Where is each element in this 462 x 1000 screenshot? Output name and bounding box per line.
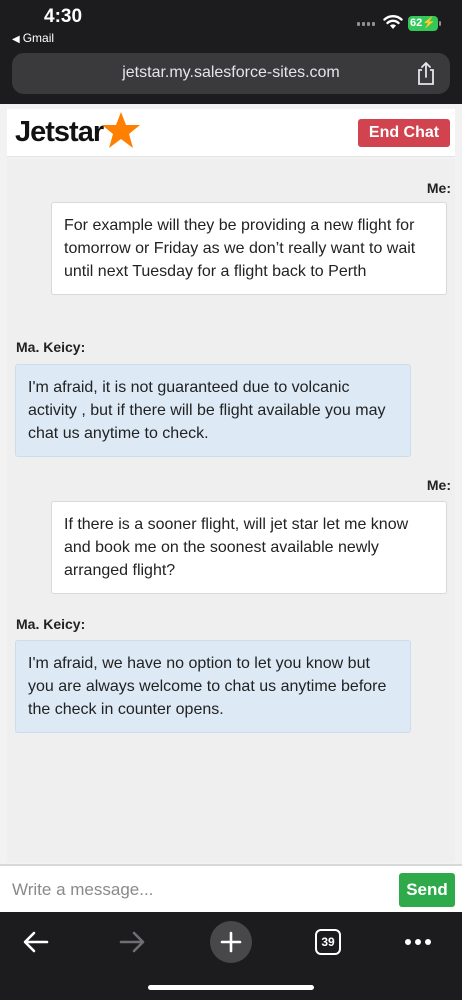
battery-icon: 62⚡ [408,16,441,31]
message-input[interactable] [12,878,382,902]
share-icon[interactable] [416,62,436,86]
status-time: 4:30 [44,6,83,27]
plus-icon [220,931,242,953]
back-triangle-icon: ◀ [12,34,20,45]
cellular-signal-icon [357,22,375,26]
back-arrow-icon [23,931,49,953]
user-message-bubble: If there is a sooner flight, will jet st… [51,501,447,594]
message-sender: Ma. Keicy: [16,339,86,355]
jetstar-logo: Jetstar [15,112,141,149]
logo-text: Jetstar [15,115,104,148]
forward-arrow-icon [119,931,145,953]
chat-transcript[interactable]: Me: For example will they be providing a… [7,159,455,862]
end-chat-button[interactable]: End Chat [358,119,450,147]
forward-button[interactable] [110,920,154,964]
back-app-label: Gmail [22,31,55,45]
site-header: Jetstar End Chat [7,109,455,157]
browser-toolbar: 39 [0,912,462,1000]
new-tab-button[interactable] [209,920,253,964]
address-bar[interactable]: jetstar.my.salesforce-sites.com [12,53,450,94]
agent-message-bubble: I'm afraid, it is not guaranteed due to … [15,364,411,457]
home-indicator [148,985,314,990]
battery-level: 62 [410,17,423,29]
message-composer: Send [0,864,462,912]
tabs-count: 39 [315,929,341,955]
plus-circle [210,921,252,963]
agent-message-bubble: I'm afraid, we have no option to let you… [15,640,411,733]
message-sender: Me: [426,477,451,493]
message-sender: Me: [426,180,451,196]
url-text[interactable]: jetstar.my.salesforce-sites.com [12,64,450,82]
tabs-button[interactable]: 39 [306,920,350,964]
more-options-button[interactable] [396,920,440,964]
user-message-bubble: For example will they be providing a new… [51,202,447,295]
more-dots-icon [405,939,431,945]
web-page: Jetstar End Chat Me: For example will th… [0,104,462,912]
status-bar: 4:30 ◀ Gmail 62⚡ [0,0,462,48]
back-to-app-link[interactable]: ◀ Gmail [12,31,54,45]
star-logo-icon [102,112,141,148]
send-button[interactable]: Send [399,873,455,907]
wifi-icon [383,15,403,29]
message-sender: Ma. Keicy: [16,616,86,632]
back-button[interactable] [14,920,58,964]
